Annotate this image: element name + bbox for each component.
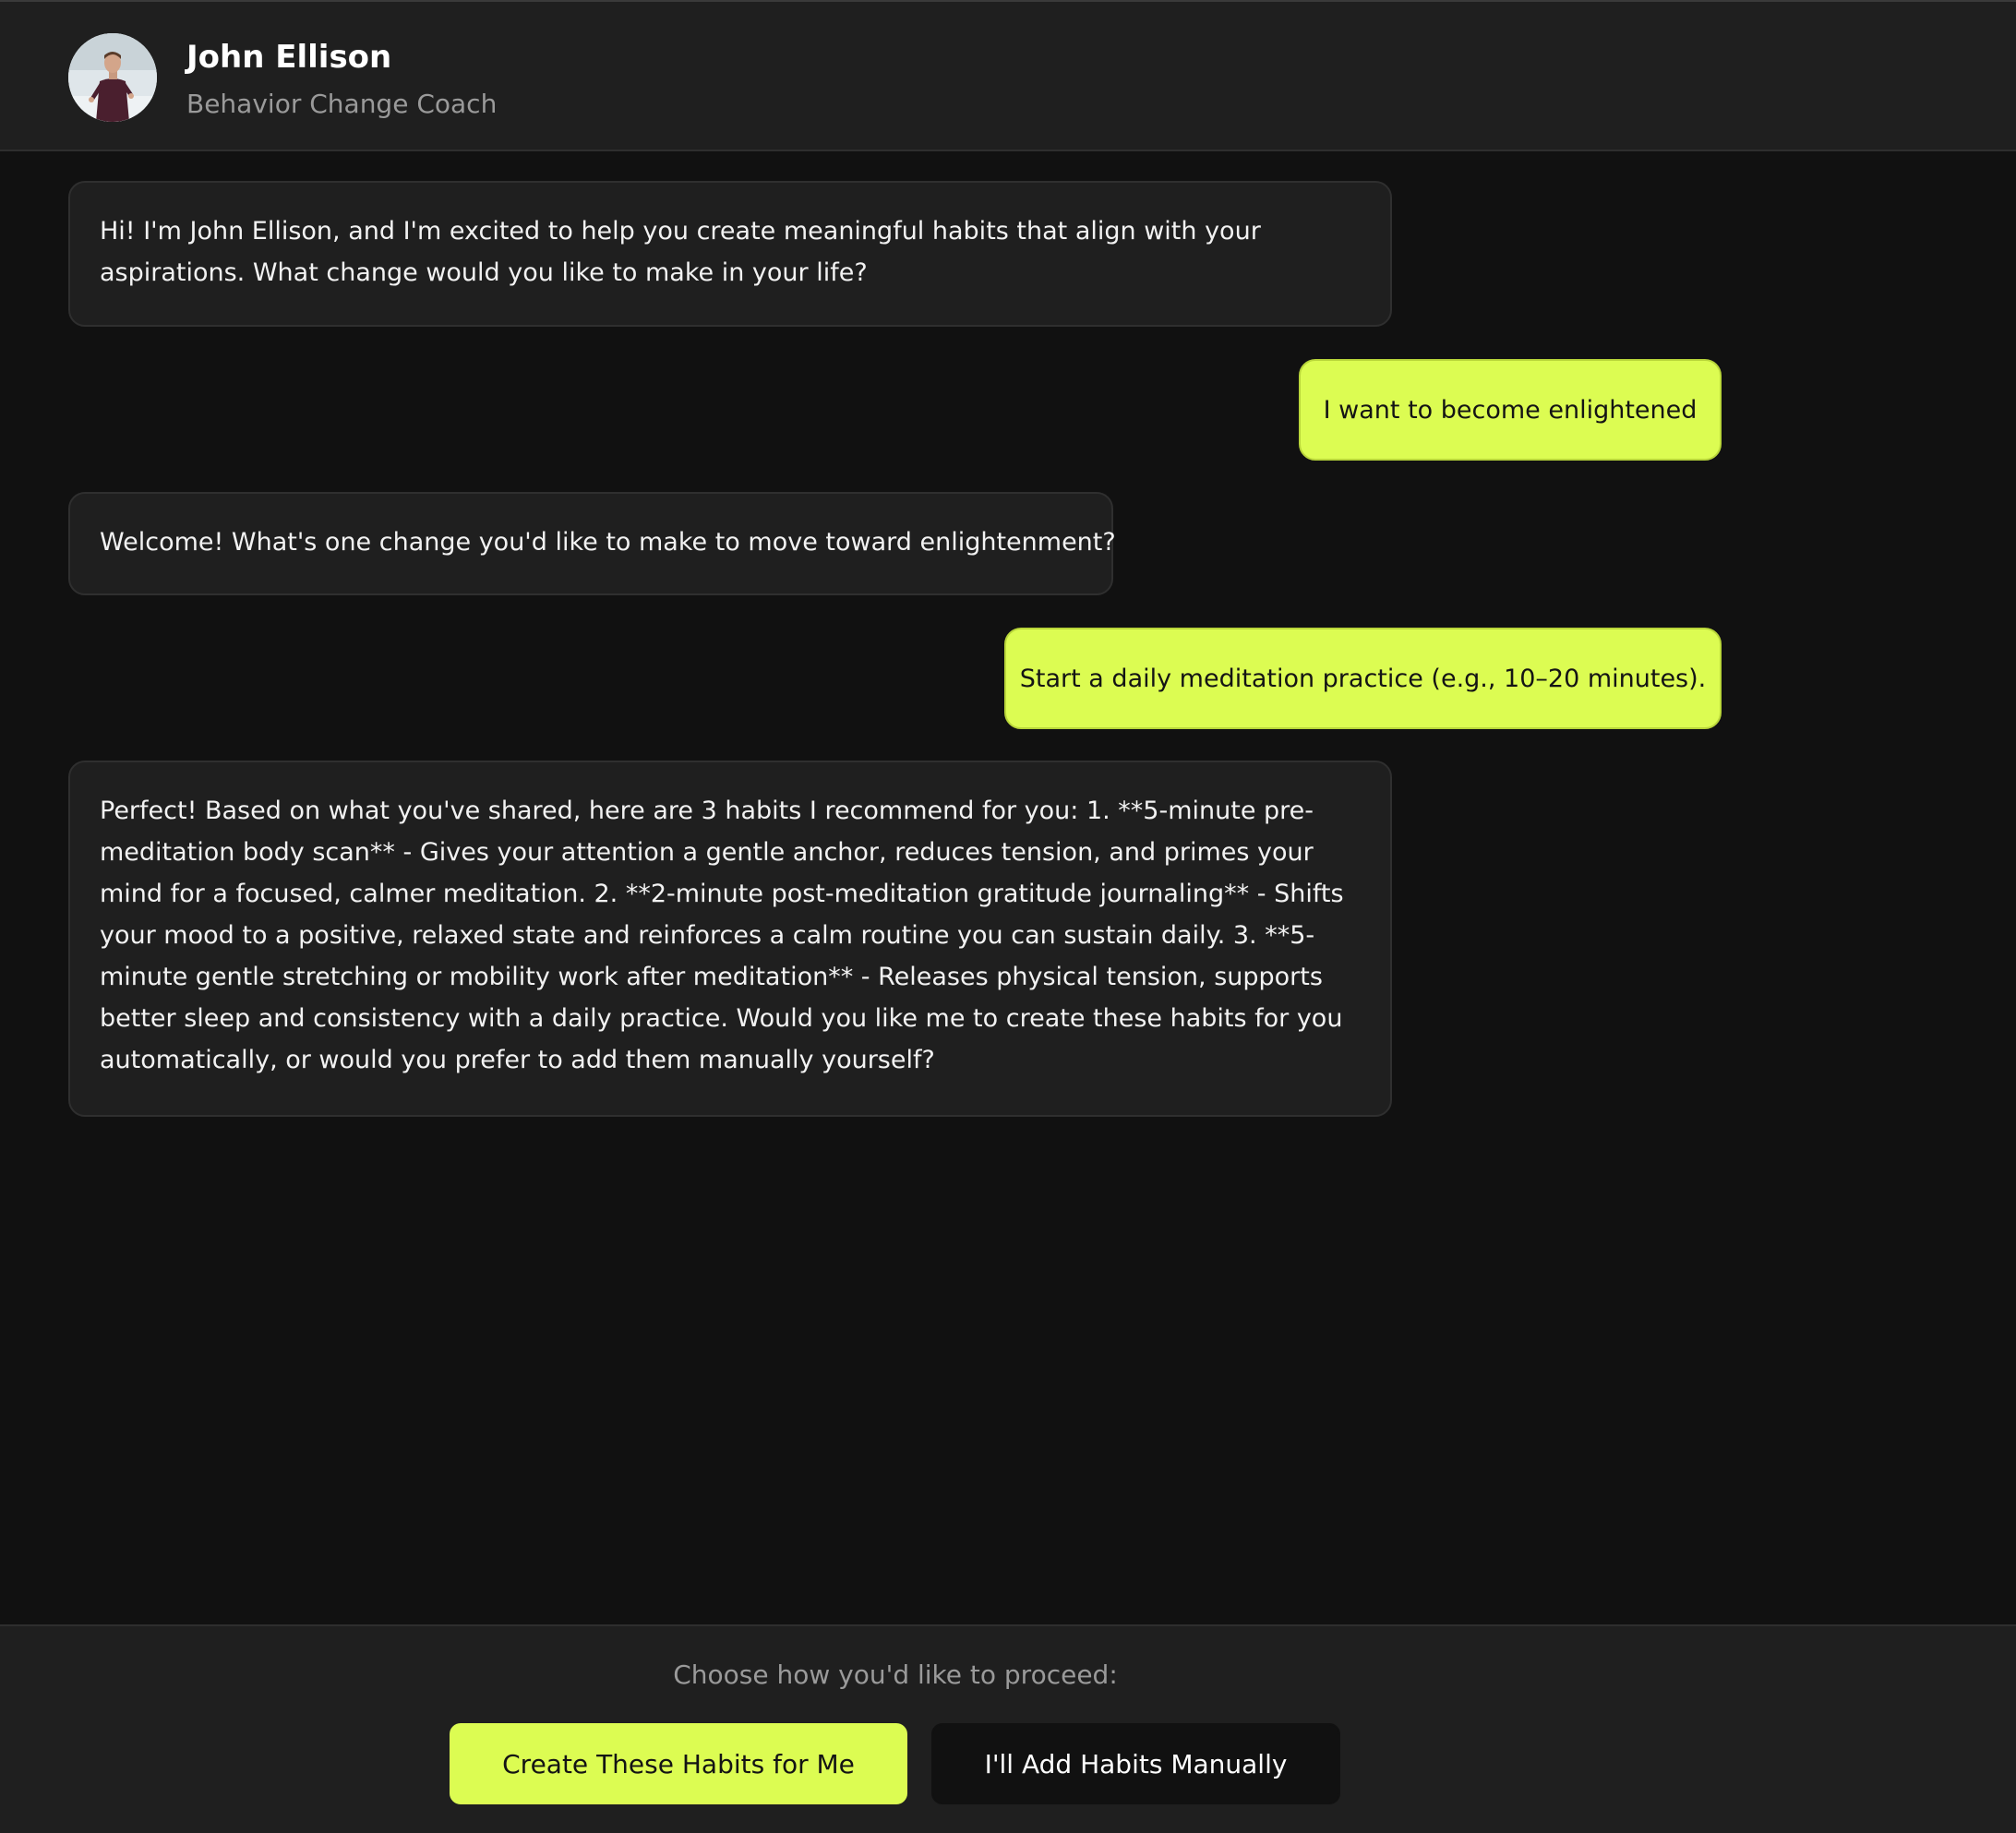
user-message: I want to become enlightened — [1299, 359, 1722, 461]
user-message: Start a daily meditation practice (e.g.,… — [1004, 628, 1722, 729]
create-habits-button[interactable]: Create These Habits for Me — [450, 1723, 907, 1804]
avatar — [68, 33, 157, 122]
coach-message: Perfect! Based on what you've shared, he… — [68, 761, 1392, 1117]
message-list: Hi! I'm John Ellison, and I'm excited to… — [0, 153, 2016, 1624]
action-footer: Choose how you'd like to proceed: Create… — [0, 1624, 2016, 1833]
chat-header: John Ellison Behavior Change Coach — [0, 0, 2016, 151]
coach-role: Behavior Change Coach — [186, 89, 498, 119]
add-manually-button[interactable]: I'll Add Habits Manually — [931, 1723, 1340, 1804]
chat-app: John Ellison Behavior Change Coach Hi! I… — [0, 0, 2016, 1833]
coach-avatar-icon — [68, 33, 157, 122]
proceed-prompt: Choose how you'd like to proceed: — [673, 1659, 1118, 1690]
coach-name: John Ellison — [186, 39, 392, 76]
coach-message: Hi! I'm John Ellison, and I'm excited to… — [68, 181, 1392, 327]
coach-message: Welcome! What's one change you'd like to… — [68, 492, 1116, 595]
